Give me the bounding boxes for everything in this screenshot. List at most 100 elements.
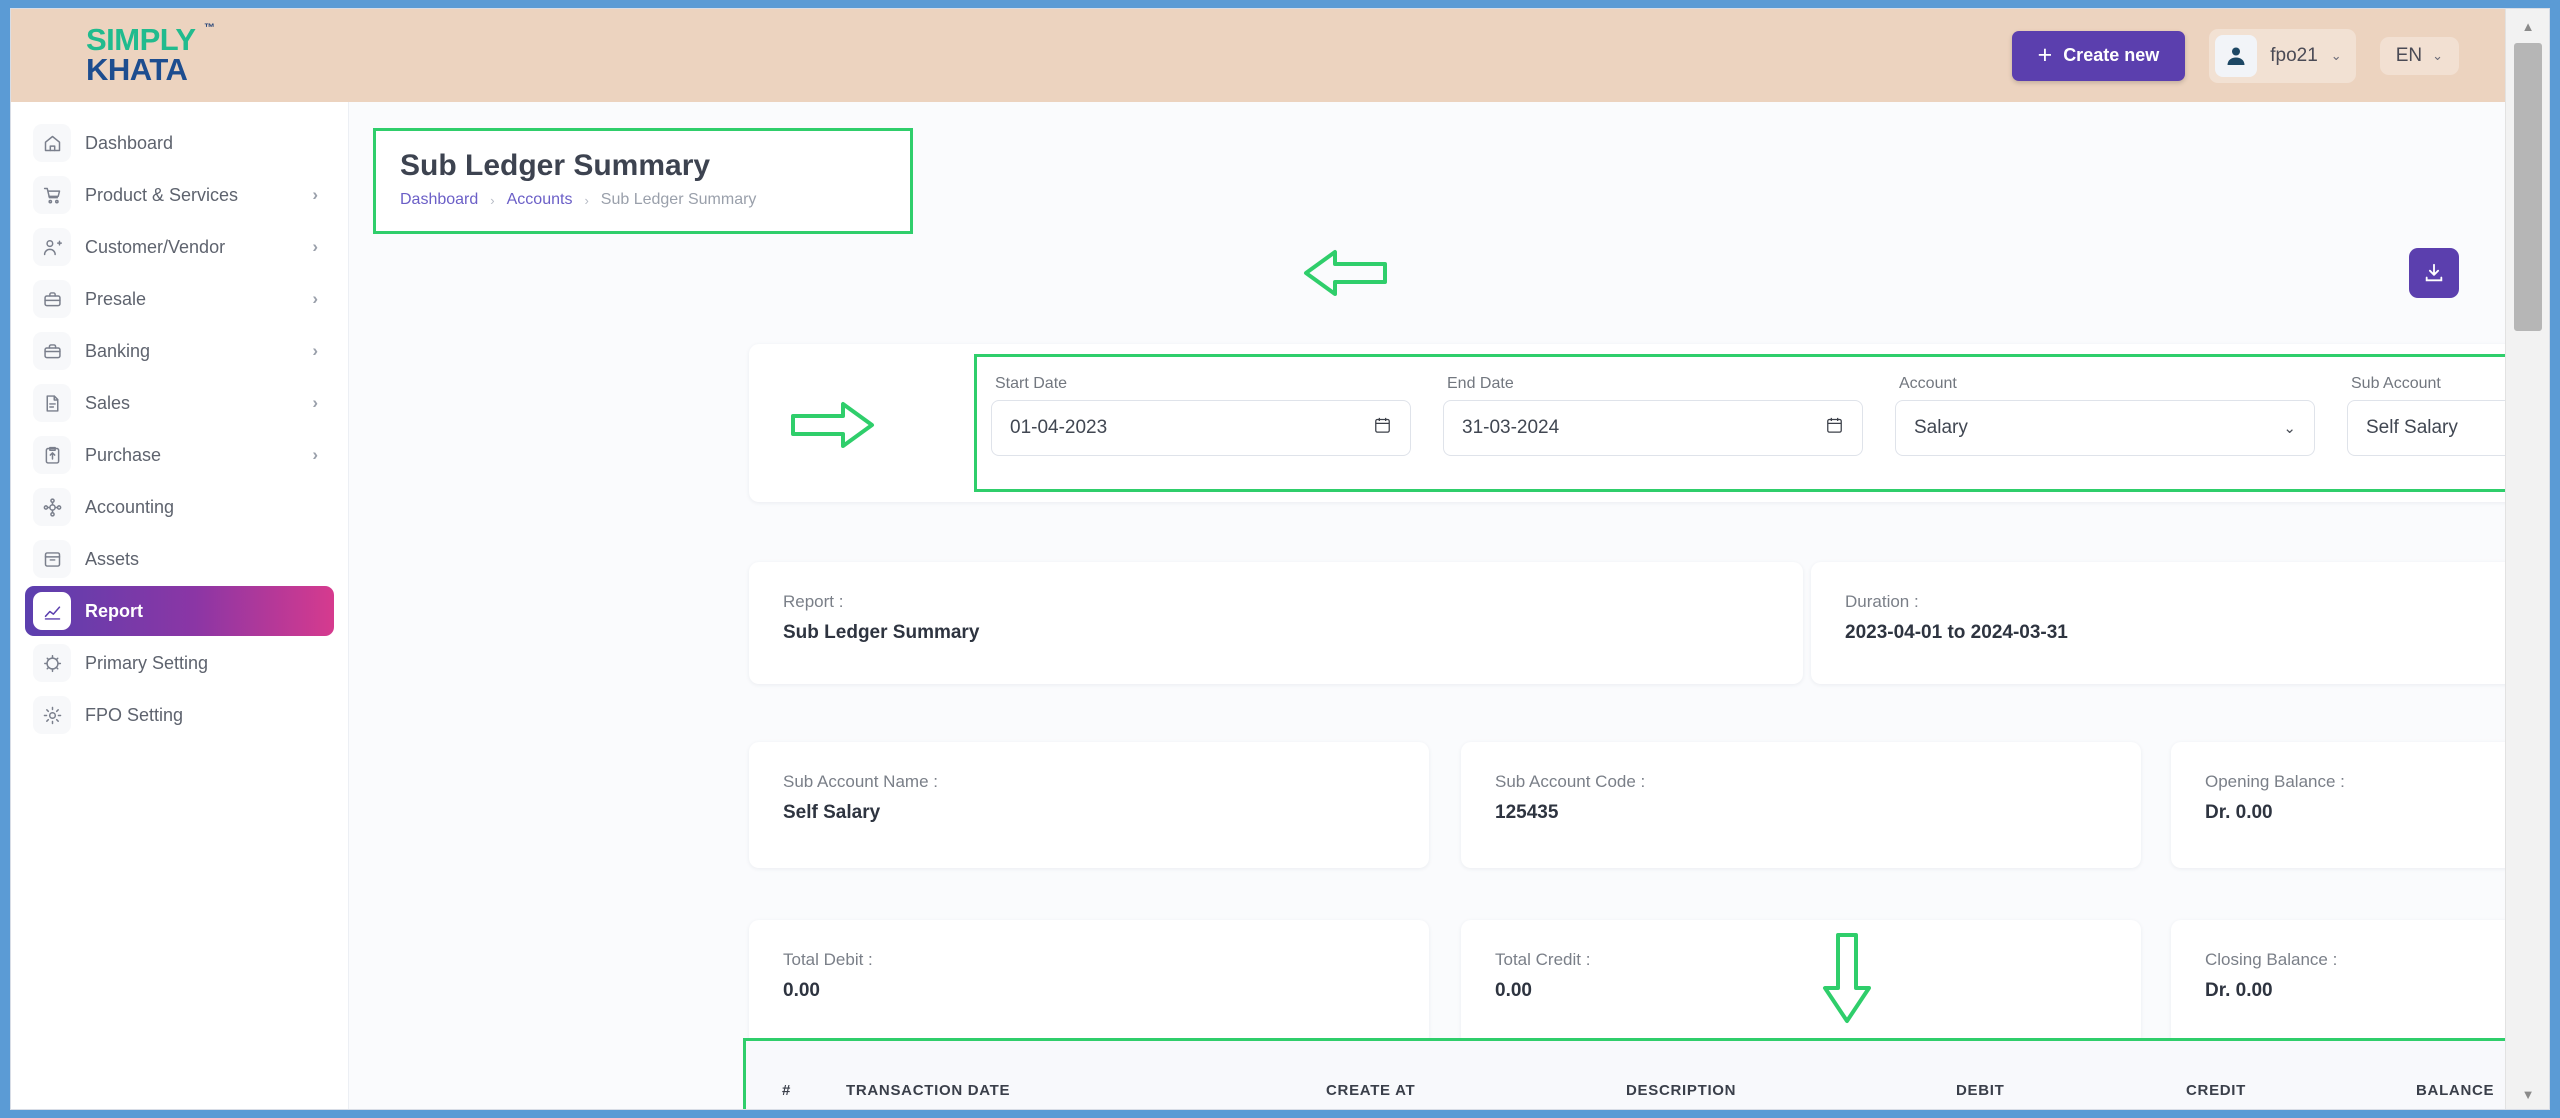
chart-icon — [33, 592, 71, 630]
user-name-label: fpo21 — [2270, 44, 2318, 66]
start-date-input[interactable]: 01-04-2023 — [991, 400, 1411, 456]
sidebar-item-presale[interactable]: Presale › — [25, 274, 334, 324]
opening-balance-value: Dr. 0.00 — [2205, 802, 2273, 823]
duration-card-value: 2023-04-01 to 2024-03-31 — [1845, 622, 2068, 643]
start-date-label: Start Date — [995, 375, 1068, 392]
chevron-right-icon: › — [312, 185, 318, 204]
chevron-down-icon[interactable]: ⌄ — [2283, 419, 2296, 437]
sidebar-item-label: Primary Setting — [85, 652, 209, 673]
sidebar-item-banking[interactable]: Banking › — [25, 326, 334, 376]
sidebar-item-primary-setting[interactable]: Primary Setting — [25, 638, 334, 688]
vertical-scrollbar[interactable]: ▲ ▼ — [2505, 9, 2549, 1109]
sidebar-item-purchase[interactable]: Purchase › — [25, 430, 334, 480]
column-header-balance[interactable]: BALANCE — [2416, 1082, 2507, 1099]
total-credit-value: 0.00 — [1495, 980, 1532, 1001]
sub-account-name-label: Sub Account Name : — [783, 772, 938, 791]
account-field: Account Salary ⌄ — [1895, 375, 2315, 456]
report-card-label: Report : — [783, 592, 844, 611]
create-new-label: Create new — [2063, 45, 2160, 65]
box-icon — [33, 540, 71, 578]
top-bar-actions: + Create new fpo21 ⌄ EN ⌄ — [2011, 9, 2459, 102]
closing-balance-value: Dr. 0.00 — [2205, 980, 2273, 1001]
account-select[interactable]: Salary ⌄ — [1895, 400, 2315, 456]
chevron-right-icon: › — [312, 393, 318, 412]
create-new-button[interactable]: + Create new — [2011, 30, 2186, 81]
sidebar-item-customer-vendor[interactable]: Customer/Vendor › — [25, 222, 334, 272]
column-header-credit[interactable]: CREDIT — [2186, 1082, 2416, 1099]
account-value: Salary — [1914, 417, 1968, 438]
logo-line-1: SIMPLY — [86, 22, 196, 57]
main-content: Sub Ledger Summary Dashboard › Accounts … — [349, 102, 2507, 1109]
sub-account-field: Sub Account Self Salary ⌄ — [2347, 375, 2507, 456]
scroll-up-button[interactable]: ▲ — [2506, 9, 2549, 43]
sub-account-name-card: Sub Account Name : Self Salary — [749, 742, 1429, 868]
start-date-value: 01-04-2023 — [1010, 417, 1108, 438]
logo-line-2: KHATA — [86, 51, 188, 87]
bank-icon — [33, 332, 71, 370]
language-label: EN — [2395, 44, 2423, 66]
breadcrumb: Dashboard › Accounts › Sub Ledger Summar… — [400, 191, 888, 209]
app-logo[interactable]: SIMPLY KHATA ™ — [86, 22, 215, 87]
sidebar-item-fpo-setting[interactable]: FPO Setting — [25, 690, 334, 740]
sidebar-item-accounting[interactable]: Accounting — [25, 482, 334, 532]
annotation-arrow-down — [1817, 930, 1877, 1026]
network-icon — [33, 488, 71, 526]
sidebar-item-label: Assets — [85, 548, 140, 569]
total-debit-label: Total Debit : — [783, 950, 873, 969]
column-header-create-at[interactable]: CREATE AT — [1326, 1082, 1626, 1099]
app-window: SIMPLY KHATA ™ + Create new fpo21 ⌄ EN ⌄ — [10, 8, 2550, 1110]
sidebar: Dashboard Product & Services › Customer/Ven… — [11, 102, 349, 1109]
language-selector[interactable]: EN ⌄ — [2379, 36, 2459, 75]
sidebar-item-dashboard[interactable]: Dashboard — [25, 118, 334, 168]
user-menu[interactable]: fpo21 ⌄ — [2209, 28, 2356, 83]
invoice-icon — [33, 384, 71, 422]
user-add-icon — [33, 228, 71, 266]
opening-balance-label: Opening Balance : — [2205, 772, 2345, 791]
chevron-right-icon: › — [312, 445, 318, 464]
column-header-description[interactable]: DESCRIPTION — [1626, 1082, 1956, 1099]
sub-account-select[interactable]: Self Salary ⌄ — [2347, 400, 2507, 456]
sidebar-item-product-services[interactable]: Product & Services › — [25, 170, 334, 220]
calendar-icon[interactable] — [1373, 415, 1392, 441]
sidebar-item-label: Customer/Vendor — [85, 236, 226, 257]
column-header-index[interactable]: # — [746, 1082, 846, 1099]
closing-balance-card: Closing Balance : Dr. 0.00 — [2171, 920, 2507, 1046]
calendar-icon[interactable] — [1825, 415, 1844, 441]
tune-icon — [33, 644, 71, 682]
column-header-transaction-date[interactable]: TRANSACTION DATE — [846, 1082, 1326, 1099]
closing-balance-label: Closing Balance : — [2205, 950, 2338, 969]
sidebar-item-label: Accounting — [85, 496, 175, 517]
sidebar-item-label: Banking — [85, 340, 151, 361]
sidebar-item-report[interactable]: Report — [25, 586, 334, 636]
scroll-down-button[interactable]: ▼ — [2506, 1077, 2549, 1109]
chevron-right-icon: › — [312, 289, 318, 308]
end-date-label: End Date — [1447, 375, 1514, 392]
breadcrumb-item-dashboard[interactable]: Dashboard — [400, 191, 478, 209]
chevron-down-icon: ⌄ — [2330, 47, 2342, 63]
report-card: Report : Sub Ledger Summary — [749, 562, 1803, 684]
end-date-field: End Date 31-03-2024 — [1443, 375, 1863, 456]
sub-account-label: Sub Account — [2351, 375, 2441, 392]
column-header-debit[interactable]: DEBIT — [1956, 1082, 2186, 1099]
end-date-value: 31-03-2024 — [1462, 417, 1560, 438]
page-title: Sub Ledger Summary — [400, 149, 711, 182]
download-icon — [2425, 263, 2443, 282]
end-date-input[interactable]: 31-03-2024 — [1443, 400, 1863, 456]
sidebar-item-sales[interactable]: Sales › — [25, 378, 334, 428]
sub-account-value: Self Salary — [2366, 417, 2458, 438]
download-report-button[interactable] — [2409, 248, 2459, 298]
annotation-arrow-left — [1301, 244, 1391, 302]
filter-fields-box: Start Date 01-04-2023 End Date 31-03-202… — [974, 354, 2507, 492]
sidebar-item-label: Purchase — [85, 444, 162, 465]
breadcrumb-item-accounts[interactable]: Accounts — [507, 191, 573, 209]
duration-card-label: Duration : — [1845, 592, 1919, 611]
account-label: Account — [1899, 375, 1957, 392]
sidebar-item-assets[interactable]: Assets — [25, 534, 334, 584]
sub-account-code-value: 125435 — [1495, 802, 1559, 823]
sub-account-code-label: Sub Account Code : — [1495, 772, 1646, 791]
scrollbar-thumb[interactable] — [2514, 43, 2542, 331]
filter-card: Start Date 01-04-2023 End Date 31-03-202… — [749, 344, 2507, 502]
sidebar-item-label: FPO Setting — [85, 704, 184, 725]
duration-card: Duration : 2023-04-01 to 2024-03-31 — [1811, 562, 2507, 684]
transactions-table-header: # TRANSACTION DATE CREATE AT DESCRIPTION… — [746, 1041, 2507, 1109]
